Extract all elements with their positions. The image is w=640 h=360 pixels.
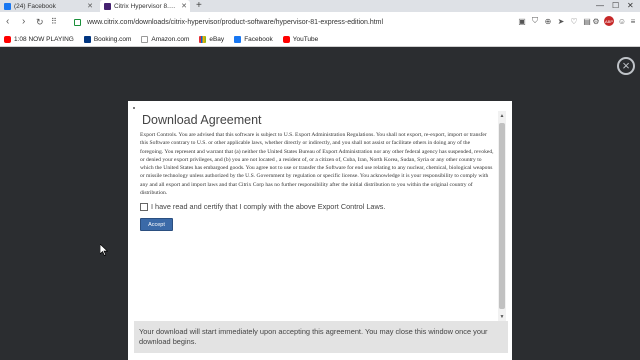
new-tab-icon[interactable]: +	[196, 0, 202, 11]
settings-icon[interactable]: ⚙	[591, 16, 601, 26]
download-agreement-modal: Download Agreement Export Controls. You …	[128, 101, 512, 360]
bookmark-label: Booking.com	[93, 35, 132, 43]
accept-button[interactable]: Accept	[140, 218, 173, 232]
tab-citrix[interactable]: Citrix Hypervisor 8.1 Express ✕	[100, 0, 190, 12]
booking-icon	[83, 35, 91, 43]
tab-title: (24) Facebook	[14, 2, 56, 10]
profile-icon[interactable]: ☺	[617, 16, 627, 26]
ebay-icon	[199, 35, 207, 43]
facebook-icon	[4, 2, 11, 10]
minimize-icon[interactable]: —	[596, 0, 604, 11]
agree-row: I have read and certify that I comply wi…	[140, 202, 494, 211]
agree-checkbox-label[interactable]: I have read and certify that I comply wi…	[151, 202, 385, 211]
lock-icon	[74, 18, 81, 26]
facebook-icon	[234, 35, 242, 43]
zoom-icon[interactable]: ⊕	[543, 16, 553, 26]
bookmark-facebook[interactable]: Facebook	[234, 35, 273, 43]
camera-icon[interactable]: ▣	[517, 16, 527, 26]
youtube-icon	[282, 35, 290, 43]
bookmark-amazon[interactable]: Amazon.com	[141, 35, 190, 43]
mouse-cursor-icon	[100, 244, 108, 256]
tab-close-icon[interactable]: ✕	[181, 2, 187, 10]
menu-icon[interactable]: ≡	[628, 16, 638, 26]
download-notice: Your download will start immediately upo…	[134, 321, 508, 353]
bookmark-label: 1:08 NOW PLAYING	[14, 35, 74, 43]
forward-icon[interactable]: ›	[22, 15, 25, 29]
bookmark-label: Facebook	[244, 35, 273, 43]
amazon-icon	[141, 35, 149, 43]
decoration-dot	[133, 107, 135, 109]
youtube-icon	[4, 35, 11, 43]
bookmarks-bar: 1:08 NOW PLAYING Booking.com Amazon.com …	[0, 32, 640, 47]
bookmark-ebay[interactable]: eBay	[199, 35, 225, 43]
tab-facebook[interactable]: (24) Facebook ✕	[0, 0, 96, 12]
maximize-icon[interactable]: ☐	[612, 0, 619, 11]
bookmark-label: eBay	[209, 35, 225, 43]
scroll-down-icon[interactable]: ▼	[499, 314, 505, 320]
bookmark-label: Amazon.com	[151, 35, 190, 43]
bookmark-booking[interactable]: Booking.com	[83, 35, 132, 43]
shield-icon[interactable]: ⛉	[530, 16, 540, 26]
scrollbar-thumb[interactable]	[499, 123, 505, 309]
reload-icon[interactable]: ↻	[36, 15, 44, 29]
scroll-up-icon[interactable]: ▲	[499, 113, 505, 119]
favorite-icon[interactable]: ♡	[569, 16, 579, 26]
tab-strip: (24) Facebook ✕ Citrix Hypervisor 8.1 Ex…	[0, 0, 640, 12]
tab-title: Citrix Hypervisor 8.1 Express	[114, 2, 178, 10]
back-icon[interactable]: ‹	[6, 15, 9, 29]
citrix-icon	[104, 2, 111, 10]
bookmark-now-playing[interactable]: 1:08 NOW PLAYING	[4, 35, 74, 43]
adblock-extension-icon[interactable]: ABP	[604, 16, 614, 26]
share-icon[interactable]: ➤	[556, 16, 566, 26]
scrollbar[interactable]: ▲ ▼	[498, 111, 506, 323]
bookmark-label: YouTube	[292, 35, 319, 43]
address-bar[interactable]: www.citrix.com/downloads/citrix-hypervis…	[70, 15, 510, 29]
window-close-icon[interactable]: ✕	[627, 0, 634, 11]
bookmark-youtube[interactable]: YouTube	[282, 35, 319, 43]
agreement-text: Export Controls. You are advised that th…	[140, 132, 494, 197]
close-icon[interactable]: ×	[617, 57, 635, 75]
apps-grid-icon[interactable]: ⠿	[51, 15, 57, 29]
agreement-content: Download Agreement Export Controls. You …	[140, 111, 494, 321]
modal-title: Download Agreement	[142, 113, 262, 127]
browser-toolbar: ‹ › ↻ ⠿ www.citrix.com/downloads/citrix-…	[0, 12, 640, 32]
url-text: www.citrix.com/downloads/citrix-hypervis…	[87, 18, 384, 26]
agree-checkbox[interactable]	[140, 202, 148, 211]
tab-close-icon[interactable]: ✕	[87, 2, 93, 10]
